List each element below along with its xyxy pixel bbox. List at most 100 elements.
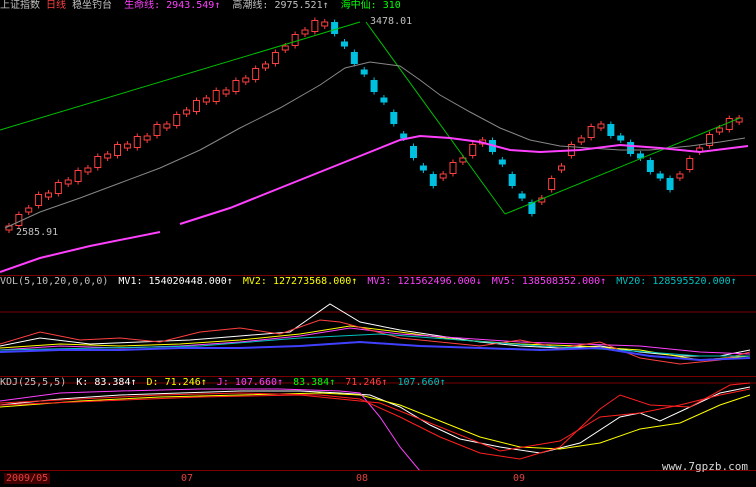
candle <box>271 52 279 64</box>
candle <box>400 133 408 139</box>
kdj-panel[interactable]: KDJ(25,5,5) K: 83.384↑ D: 71.246↑ J: 107… <box>0 377 756 471</box>
date-label-09: 09 <box>513 473 526 484</box>
hightide-value: 2975.521↑ <box>274 0 329 11</box>
candle <box>291 34 299 46</box>
kdj-svg[interactable] <box>0 377 756 471</box>
vol-mv2-label: MV2: <box>242 276 267 287</box>
candle <box>656 173 664 179</box>
candle <box>232 80 240 92</box>
candle <box>262 63 270 69</box>
candle <box>212 90 220 102</box>
candle <box>331 22 339 34</box>
low-price-label: 2585.91 <box>16 227 59 238</box>
candle <box>597 123 605 129</box>
volume-svg[interactable] <box>0 276 756 376</box>
candle <box>518 193 526 199</box>
candle <box>676 173 684 179</box>
candle <box>202 97 210 103</box>
candle <box>192 100 200 112</box>
indicator-name: 稳坐钓台 <box>72 0 113 11</box>
candle <box>222 89 230 95</box>
candle <box>587 126 595 138</box>
trend-line-up <box>504 117 741 215</box>
kdj-d <box>0 392 751 450</box>
candle <box>163 123 171 129</box>
candle <box>104 153 112 159</box>
kdj-extra3-value: 107.660↑ <box>397 377 446 388</box>
lifeline-2 <box>179 134 749 225</box>
candle <box>301 29 309 35</box>
channel-line-upper <box>0 21 361 131</box>
hightide-label: 高潮线: <box>232 0 269 11</box>
candle <box>143 135 151 141</box>
vol-mv1-label: MV1: <box>118 276 143 287</box>
main-chart-panel[interactable]: 上证指数 日线 稳坐钓台 生命线: 2943.549↑ 高潮线: 2975.52… <box>0 0 756 275</box>
candle <box>64 179 72 185</box>
period-label[interactable]: 日线 <box>46 0 66 11</box>
candle <box>469 144 477 156</box>
candle <box>360 69 368 75</box>
candle <box>715 127 723 133</box>
lifeline-label: 生命线: <box>124 0 161 11</box>
candle <box>390 112 398 124</box>
candle <box>666 178 674 190</box>
vol-mv5-label: MV5: <box>491 276 516 287</box>
vol-mv3-value: 121562496.000↓ <box>397 276 482 287</box>
candle <box>577 137 585 143</box>
main-header: 上证指数 日线 稳坐钓台 生命线: 2943.549↑ 高潮线: 2975.52… <box>0 0 401 12</box>
kdj-k-value: 83.384↑ <box>94 377 137 388</box>
candle <box>350 52 358 64</box>
kdj-name: KDJ(25,5,5) <box>0 377 67 388</box>
kdj-d-label: D: <box>146 377 159 388</box>
candle <box>617 135 625 141</box>
candle <box>646 160 654 172</box>
candle <box>281 45 289 51</box>
vol-mv20 <box>0 333 750 357</box>
candle <box>429 174 437 186</box>
candle <box>498 159 506 165</box>
candle <box>173 114 181 126</box>
lifeline <box>0 231 161 273</box>
candle <box>321 21 329 27</box>
candle <box>607 124 615 136</box>
index-title: 上证指数 <box>0 0 40 11</box>
candle <box>558 165 566 171</box>
candle <box>133 136 141 148</box>
volume-panel[interactable]: VOL(5,10,20,0,0,0) MV1: 154020448.000↑ M… <box>0 276 756 376</box>
candle <box>252 68 260 80</box>
candle <box>449 162 457 174</box>
vol-header: VOL(5,10,20,0,0,0) MV1: 154020448.000↑ M… <box>0 276 737 288</box>
kdj-d-value: 71.246↑ <box>164 377 207 388</box>
candle <box>44 192 52 198</box>
main-chart-svg[interactable] <box>0 0 756 275</box>
candle <box>419 165 427 171</box>
candle <box>114 144 122 156</box>
kdj-j-value: 107.660↑ <box>234 377 284 388</box>
kdj-j-label: J: <box>216 377 229 388</box>
kdj-red1 <box>0 382 751 460</box>
date-axis <box>0 470 756 487</box>
candle <box>686 158 694 170</box>
high-price-label: 3478.01 <box>370 16 413 27</box>
candle <box>35 194 43 206</box>
candle <box>25 207 33 213</box>
vol-mv1-value: 154020448.000↑ <box>148 276 233 287</box>
candle <box>548 178 556 190</box>
candle <box>54 182 62 194</box>
candle <box>153 124 161 136</box>
vol-name: VOL(5,10,20,0,0,0) <box>0 276 109 287</box>
lifeline-value: 2943.549↑ <box>166 0 221 11</box>
candle <box>183 109 191 115</box>
vol-mv20-value: 128595520.000↑ <box>652 276 737 287</box>
candle <box>508 174 516 186</box>
seaimmortal-value: 310 <box>382 0 401 11</box>
vol-mv20-label: MV20: <box>616 276 647 287</box>
candle <box>123 143 131 149</box>
candle <box>380 97 388 103</box>
candle <box>410 146 418 158</box>
date-label-07: 07 <box>181 473 194 484</box>
candle <box>311 20 319 32</box>
candle <box>74 170 82 182</box>
watermark: www.7gpzb.com <box>661 460 748 473</box>
kdj-header: KDJ(25,5,5) K: 83.384↑ D: 71.246↑ J: 107… <box>0 377 446 389</box>
